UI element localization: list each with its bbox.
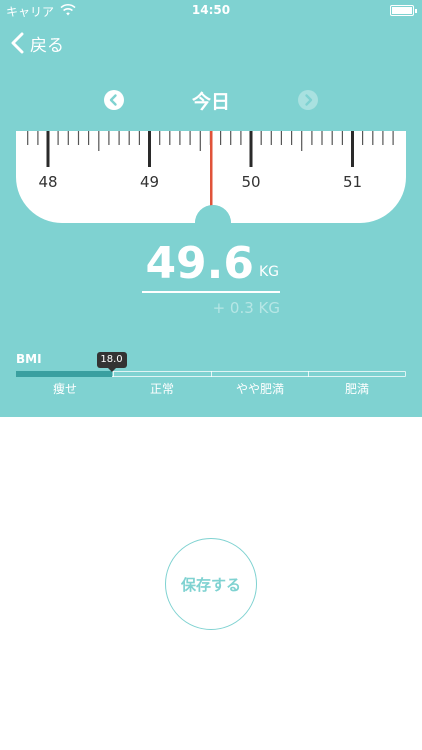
scale-tick — [249, 131, 253, 167]
save-button[interactable]: 保存する — [165, 538, 257, 630]
back-button[interactable]: 戻る — [10, 30, 64, 56]
scale-tick — [148, 131, 151, 167]
weight-delta: + 0.3 KG — [212, 299, 280, 317]
weight-underline — [142, 291, 280, 293]
scale-tick — [351, 131, 354, 167]
scale-tick — [159, 131, 161, 145]
scale-tick — [392, 131, 394, 145]
chevron-left-icon — [11, 32, 24, 54]
status-bar: キャリア 14:50 — [0, 0, 422, 22]
scale-tick — [311, 131, 313, 145]
bmi-category-underweight: 痩せ — [52, 382, 77, 396]
scale-tick — [382, 131, 384, 145]
scale-tick — [118, 131, 120, 145]
weight-value: 49.6 — [145, 238, 254, 289]
scale-tick — [260, 131, 262, 145]
scale-tick-label: 49 — [140, 173, 159, 191]
scale-tick — [270, 131, 272, 145]
scale-tick — [341, 131, 343, 145]
scale-tick — [291, 131, 293, 145]
scale-tick — [240, 131, 242, 145]
scale-tick — [108, 131, 110, 145]
scale-tick-label: 48 — [38, 173, 57, 191]
scale-needle — [210, 131, 213, 209]
scale-tick — [301, 131, 303, 151]
scale-tick-label: 50 — [241, 173, 260, 191]
scale-tick — [321, 131, 323, 145]
scale-tick — [372, 131, 374, 145]
weight-readout: 49.6 KG — [142, 238, 282, 292]
scale-tick — [331, 131, 333, 145]
scale-tick — [230, 131, 232, 145]
date-navigator: 今日 — [0, 86, 422, 114]
bmi-divider — [308, 371, 309, 377]
bmi-category-normal: 正常 — [149, 382, 174, 396]
battery-icon — [390, 5, 417, 16]
scale-tick — [199, 131, 201, 151]
scale-tick — [169, 131, 171, 145]
bmi-label: BMI — [16, 352, 42, 366]
bmi-divider — [211, 371, 212, 377]
weight-scale-ruler[interactable]: 48 49 50 51 — [16, 131, 406, 241]
scale-tick — [138, 131, 140, 145]
scale-tick — [67, 131, 69, 145]
scale-tick — [57, 131, 59, 145]
bmi-category-slightly-overweight: やや肥満 — [235, 382, 284, 396]
scale-tick — [37, 131, 39, 145]
scale-tick — [27, 131, 29, 145]
chevron-right-icon — [305, 94, 313, 106]
scale-tick — [179, 131, 181, 145]
scale-tick — [77, 131, 80, 145]
bmi-category-obese: 肥満 — [344, 382, 369, 396]
bmi-value-badge: 18.0 — [96, 352, 127, 372]
scale-tick-label: 51 — [343, 173, 362, 191]
scale-tick — [98, 131, 100, 151]
scale-tick — [220, 131, 222, 145]
bmi-fill — [16, 371, 112, 377]
scale-tick — [189, 131, 191, 145]
scale-tick — [280, 131, 282, 145]
scale-tick — [88, 131, 90, 145]
scale-tick — [46, 131, 50, 167]
weight-unit: KG — [259, 264, 280, 280]
next-day-button[interactable] — [298, 90, 318, 110]
scale-tick — [362, 131, 364, 145]
back-label: 戻る — [30, 35, 64, 56]
clock-time: 14:50 — [191, 3, 231, 17]
scale-tick — [128, 131, 130, 145]
date-title: 今日 — [191, 91, 230, 113]
